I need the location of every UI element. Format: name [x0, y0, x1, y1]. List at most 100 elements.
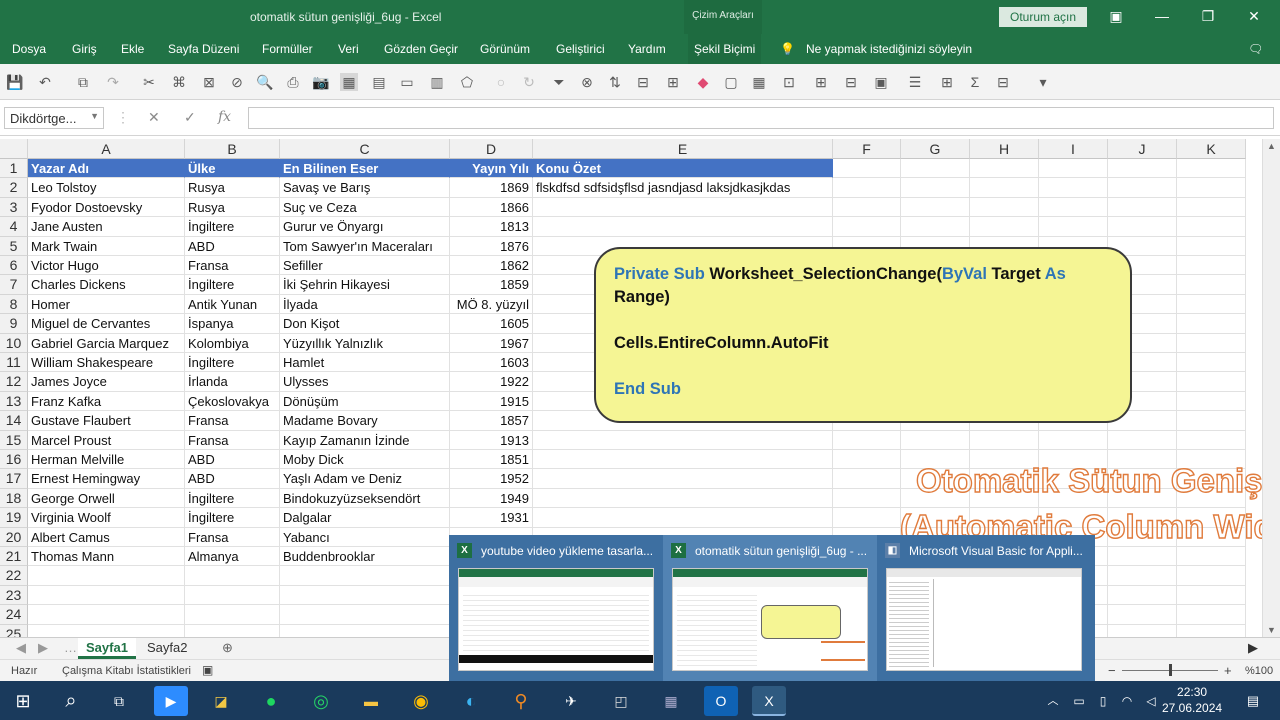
tab-home[interactable]: Giriş — [72, 42, 97, 56]
header-cell[interactable]: Yayın Yılı — [450, 159, 533, 179]
table-cell[interactable]: Fransa — [185, 411, 280, 431]
notifications-icon[interactable]: ▤ — [1236, 686, 1270, 716]
empty-cell[interactable] — [1177, 547, 1246, 567]
table-cell[interactable] — [533, 450, 833, 470]
table-cell[interactable]: Suç ve Ceza — [280, 197, 450, 218]
table-cell[interactable]: Moby Dick — [280, 450, 450, 470]
table-cell[interactable]: Gurur ve Önyargı — [280, 217, 450, 237]
table-cell[interactable]: William Shakespeare — [28, 353, 185, 373]
table-cell[interactable]: Jane Austen — [28, 217, 185, 237]
empty-cell[interactable] — [28, 566, 185, 586]
table-cell[interactable]: 1851 — [450, 450, 533, 470]
empty-cell[interactable] — [1177, 294, 1246, 315]
paint-icon[interactable]: ◪ — [204, 686, 238, 716]
table-cell[interactable]: 1967 — [450, 333, 533, 353]
empty-cell[interactable] — [1177, 256, 1246, 276]
empty-cell[interactable] — [833, 450, 901, 470]
tab-formulas[interactable]: Formüller — [262, 42, 313, 56]
circle-icon[interactable]: ○ — [492, 73, 510, 91]
table-cell[interactable]: 1862 — [450, 256, 533, 276]
delete-cells-icon[interactable]: ⊟ — [842, 73, 860, 91]
tab-view[interactable]: Görünüm — [480, 42, 530, 56]
camera-icon[interactable]: 📷 — [312, 73, 330, 91]
clear-icon[interactable]: ⊘ — [228, 73, 246, 91]
empty-cell[interactable] — [901, 159, 970, 179]
format-painter-icon[interactable]: ⌘ — [170, 73, 188, 91]
zoom-in-icon[interactable]: + — [1224, 663, 1232, 678]
column-header-j[interactable]: J — [1108, 139, 1177, 159]
workbook-stats[interactable]: Çalışma Kitabı İstatistikleri — [62, 665, 191, 677]
empty-cell[interactable] — [970, 159, 1039, 179]
empty-cell[interactable] — [1039, 217, 1108, 237]
header-cell[interactable]: Konu Özet — [533, 159, 833, 179]
table-cell[interactable]: 1876 — [450, 236, 533, 256]
freeze-panes-icon[interactable]: ⊟ — [994, 73, 1012, 91]
name-box[interactable]: Dikdörtge... ▼ — [4, 107, 104, 129]
table-cell[interactable]: Leo Tolstoy — [28, 178, 185, 198]
empty-cell[interactable] — [1177, 566, 1246, 586]
table-cell[interactable]: Rusya — [185, 197, 280, 218]
app-icon[interactable]: ✈ — [554, 686, 588, 716]
minimize-icon[interactable]: — — [1152, 8, 1172, 24]
empty-cell[interactable] — [1177, 605, 1246, 625]
row-header-3[interactable]: 3 — [0, 197, 28, 218]
refresh-icon[interactable]: ↻ — [520, 73, 538, 91]
row-header-17[interactable]: 17 — [0, 469, 28, 489]
table-cell[interactable]: Mark Twain — [28, 236, 185, 256]
column-header-c[interactable]: C — [280, 139, 450, 159]
clear-filter-icon[interactable]: ⊗ — [578, 73, 596, 91]
table-cell[interactable]: Homer — [28, 294, 185, 315]
empty-cell[interactable] — [833, 430, 901, 450]
table-cell[interactable]: 1931 — [450, 508, 533, 528]
table-cell[interactable]: 1813 — [450, 217, 533, 237]
table-cell[interactable] — [533, 508, 833, 528]
row-header-15[interactable]: 15 — [0, 430, 28, 450]
enter-icon[interactable]: ✓ — [184, 109, 196, 126]
table-cell[interactable]: Buddenbrooklar — [280, 547, 450, 567]
tab-review[interactable]: Gözden Geçir — [384, 42, 458, 56]
table-cell[interactable]: İngiltere — [185, 508, 280, 528]
save-icon[interactable]: 💾 — [6, 73, 24, 91]
row-header-14[interactable]: 14 — [0, 411, 28, 431]
empty-cell[interactable] — [833, 469, 901, 489]
row-header-10[interactable]: 10 — [0, 333, 28, 353]
table-cell[interactable]: Fransa — [185, 527, 280, 547]
calculator-icon[interactable]: ▦ — [654, 686, 688, 716]
chrome-icon[interactable]: ◉ — [404, 686, 438, 716]
table-cell[interactable]: Rusya — [185, 178, 280, 198]
signin-button[interactable]: Oturum açın — [999, 7, 1087, 27]
empty-cell[interactable] — [1108, 585, 1177, 606]
table-cell[interactable]: İspanya — [185, 314, 280, 334]
cancel-icon[interactable]: ✕ — [148, 109, 160, 126]
table-cell[interactable]: 1949 — [450, 488, 533, 509]
empty-cell[interactable] — [1177, 624, 1246, 637]
empty-cell[interactable] — [833, 197, 901, 218]
empty-cell[interactable] — [1108, 624, 1177, 637]
table-cell[interactable]: Albert Camus — [28, 527, 185, 547]
table-cell[interactable]: Çekoslovakya — [185, 391, 280, 412]
sheet-tab-sayfa1[interactable]: Sayfa1 — [78, 638, 136, 659]
table-icon[interactable]: ▦ — [340, 73, 358, 91]
maximize-icon[interactable]: ❐ — [1198, 8, 1218, 25]
empty-cell[interactable] — [901, 197, 970, 218]
row-header-18[interactable]: 18 — [0, 488, 28, 509]
empty-cell[interactable] — [1177, 430, 1246, 450]
tab-page-layout[interactable]: Sayfa Düzeni — [168, 42, 239, 56]
table-cell[interactable]: Gabriel Garcia Marquez — [28, 333, 185, 353]
table-cell[interactable]: Dalgalar — [280, 508, 450, 528]
tab-insert[interactable]: Ekle — [121, 42, 144, 56]
empty-cell[interactable] — [901, 430, 970, 450]
group-icon[interactable]: ⊟ — [634, 73, 652, 91]
row-header-8[interactable]: 8 — [0, 294, 28, 315]
sheet-tab-sayfa2[interactable]: Sayfa2 — [139, 638, 195, 659]
table-cell[interactable]: Herman Melville — [28, 450, 185, 470]
tab-developer[interactable]: Geliştirici — [556, 42, 605, 56]
empty-cell[interactable] — [185, 585, 280, 606]
table-cell[interactable]: 1859 — [450, 275, 533, 295]
chart-icon[interactable]: ▥ — [428, 73, 446, 91]
row-header-6[interactable]: 6 — [0, 256, 28, 276]
ungroup-icon[interactable]: ⊞ — [664, 73, 682, 91]
print-icon[interactable]: ⎙ — [284, 73, 302, 91]
table-cell[interactable]: Ernest Hemingway — [28, 469, 185, 489]
table-cell[interactable]: Fransa — [185, 256, 280, 276]
